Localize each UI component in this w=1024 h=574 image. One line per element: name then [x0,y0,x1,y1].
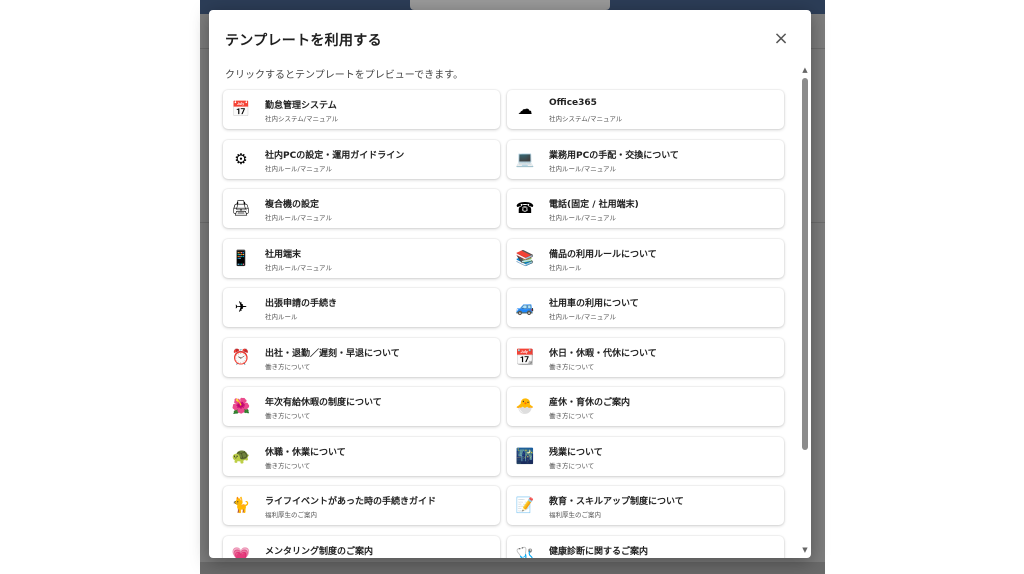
template-title: 健康診断に関するご案内 [549,546,649,557]
template-card[interactable]: 📝 教育・スキルアップ制度について 福利厚生のご案内 [507,486,784,525]
modal-subtitle: クリックするとテンプレートをプレビューできます。 [225,70,464,81]
template-card[interactable]: 📅 勤怠管理システム 社内システム/マニュアル [223,90,500,129]
computer-icon: 💻 [515,149,535,168]
template-category: 社内ルール/マニュアル [549,214,616,222]
close-icon[interactable]: × [772,30,790,48]
template-title: 年次有給休暇の制度について [265,398,382,408]
template-card[interactable]: 🌺 年次有給休暇の制度について 働き方について [223,387,500,426]
template-title: メンタリング制度のご案内 [265,546,374,557]
template-card[interactable]: 🖨 複合機の設定社内ルール/マニュアル [223,189,500,228]
scrollbar-thumb[interactable] [802,78,808,450]
turtle-icon: 🐢 [231,446,251,465]
airplane-icon: ✈ [234,298,248,316]
template-card[interactable]: 🩺 健康診断に関するご案内 [507,535,784,559]
template-category: 社内ルール/マニュアル [265,214,332,222]
calendar-icon: 📅 [231,100,251,118]
flower-icon: 🌺 [231,397,251,415]
template-card[interactable]: 🚙 社用車の利用について 社内ルール/マニュアル [507,288,784,327]
template-card[interactable]: 🐢 休職・休業について 働き方について [223,436,500,476]
car-icon: 🚙 [515,298,535,316]
template-title: 複合機の設定 [265,200,320,210]
template-category: 社内ルール/マニュアル [549,164,616,173]
printer-icon: 🖨 [231,199,251,217]
template-modal: テンプレートを利用する × クリックするとテンプレートをプレビューできます。 📅… [209,10,811,558]
template-title: 休日・休暇・代休について [549,348,657,359]
template-card[interactable]: 💗 メンタリング制度のご案内 [223,535,500,559]
mobile-phone-icon: 📱 [231,248,251,267]
cat-icon: 🐈 [231,496,251,514]
template-title: 電話(固定 / 社用端末) [549,200,639,210]
template-title: 出張申請の手続き [265,299,338,309]
template-title: 業務用PCの手配・交換について [549,150,679,161]
template-card[interactable]: 💻 業務用PCの手配・交換について 社内ルール/マニュアル [507,139,784,179]
template-title: ライフイベントがあった時の手続きガイド [265,497,437,507]
template-title: 社用車の利用について [549,299,639,309]
template-card[interactable]: ☁ Office365 社内システム/マニュアル [507,90,784,129]
template-card[interactable]: ⚙ 社内PCの設定・運用ガイドライン 社内ルール/マニュアル [223,139,500,179]
telephone-icon: ☎ [515,199,535,217]
template-title: 備品の利用ルールについて [549,249,657,260]
gear-icon: ⚙ [234,149,248,168]
background-footer [200,562,825,574]
heart-icon: 💗 [231,545,251,559]
template-category: 社内ルール/マニュアル [265,263,332,272]
alarm-clock-icon: ⏰ [231,347,251,366]
cloud-icon: ☁ [517,100,533,118]
template-card[interactable]: 🌃 残業について 働き方について [507,436,784,476]
template-card[interactable]: ⏰ 出社・退勤／遅刻・早退について 働き方について [223,337,500,377]
hatching-chick-icon: 🐣 [515,397,535,415]
template-title: Office365 [549,98,597,108]
memo-icon: 📝 [515,496,535,514]
template-card[interactable]: ✈ 出張申請の手続き 社内ルール [223,288,500,327]
template-category: 社内ルール [265,313,298,321]
calendar-icon: 📆 [515,347,535,366]
template-category: 働き方について [265,412,311,420]
template-category: 福利厚生のご案内 [549,511,601,519]
template-card[interactable]: 📱 社用端末社内ルール/マニュアル [223,238,500,278]
scroll-down-icon[interactable]: ▼ [801,546,809,554]
modal-title: テンプレートを利用する [225,33,382,49]
template-category: 社内ルール [549,263,582,272]
template-category: 働き方について [549,461,595,470]
scroll-up-icon[interactable]: ▲ [801,66,809,74]
template-category: 働き方について [265,461,311,470]
background-search-bar [410,0,610,10]
stethoscope-icon: 🩺 [515,545,535,559]
template-category: 社内システム/マニュアル [265,115,339,123]
template-title: 産休・育休のご案内 [549,398,631,408]
template-card[interactable]: 📆 休日・休暇・代休について 働き方について [507,337,784,377]
night-window-icon: 🌃 [515,446,535,465]
template-card[interactable]: 🐈 ライフイベントがあった時の手続きガイド 福利厚生のご案内 [223,486,500,525]
template-category: 働き方について [549,362,595,371]
template-title: 教育・スキルアップ制度について [549,497,684,507]
scrollbar[interactable]: ▲ ▼ [801,66,809,554]
template-title: 勤怠管理システム [265,101,337,111]
template-category: 福利厚生のご案内 [265,511,317,519]
supplies-icon: 📚 [515,248,535,267]
template-category: 働き方について [549,412,595,420]
template-card[interactable]: 📚 備品の利用ルールについて 社内ルール [507,238,784,278]
template-category: 働き方について [265,362,311,371]
template-category: 社内ルール/マニュアル [549,313,616,321]
template-card[interactable]: ☎ 電話(固定 / 社用端末) 社内ルール/マニュアル [507,189,784,228]
template-title: 社用端末 [265,249,302,260]
template-title: 休職・休業について [265,447,346,458]
template-title: 残業について [549,447,603,458]
template-category: 社内ルール/マニュアル [265,164,332,173]
template-card[interactable]: 🐣 産休・育休のご案内 働き方について [507,387,784,426]
template-category: 社内システム/マニュアル [549,115,623,123]
template-title: 社内PCの設定・運用ガイドライン [265,150,405,161]
template-title: 出社・退勤／遅刻・早退について [265,348,400,359]
